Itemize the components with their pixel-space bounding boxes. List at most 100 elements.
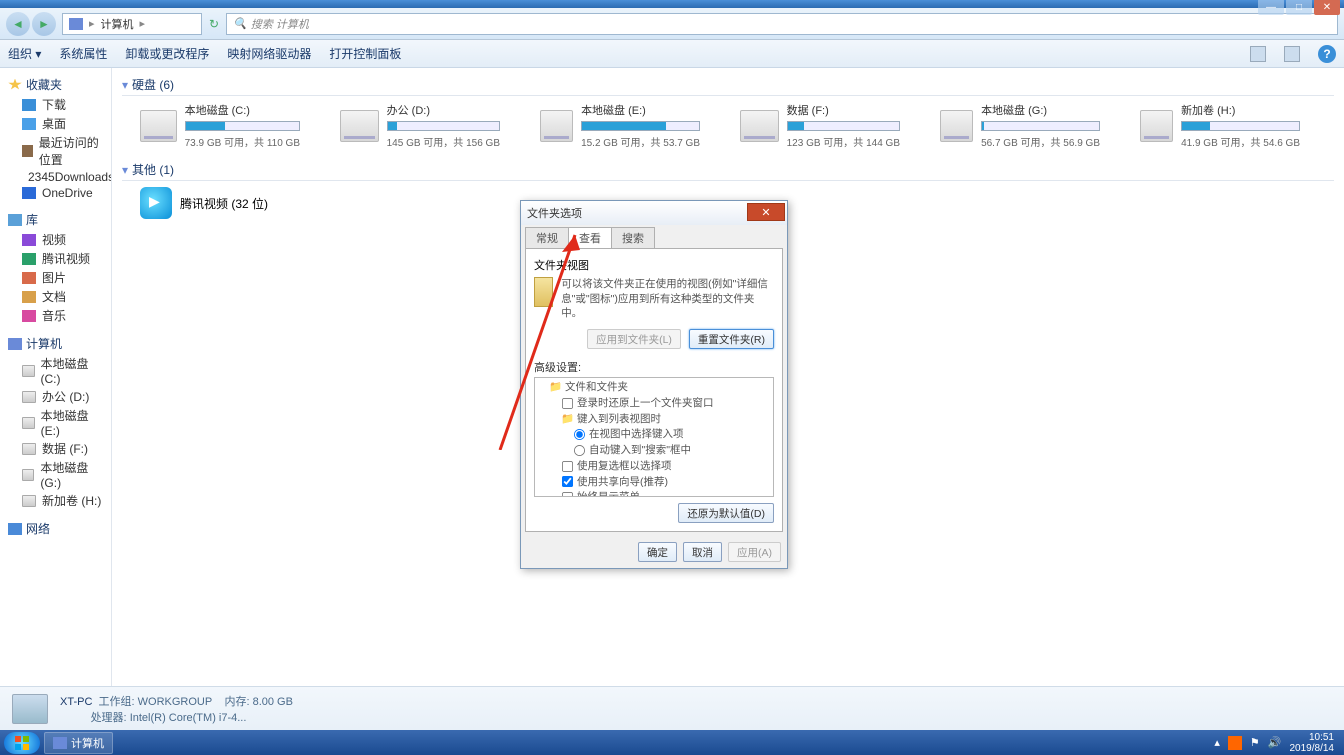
back-button[interactable]: ◄ bbox=[6, 12, 30, 36]
toolbar-sysprops[interactable]: 系统属性 bbox=[59, 45, 107, 62]
forward-button[interactable]: ► bbox=[32, 12, 56, 36]
sidebar-libraries-head[interactable]: 库 bbox=[4, 209, 107, 230]
start-button[interactable] bbox=[4, 732, 40, 754]
folder-options-dialog: 文件夹选项 ✕ 常规 查看 搜索 文件夹视图 可以将该文件夹正在使用的视图(例如… bbox=[520, 200, 788, 569]
sidebar-drive-c[interactable]: 本地磁盘 (C:) bbox=[4, 354, 107, 387]
sidebar-computer-head[interactable]: 计算机 bbox=[4, 333, 107, 354]
tree-item[interactable]: 在视图中选择键入项 bbox=[537, 427, 771, 443]
recent-icon bbox=[22, 145, 33, 157]
tencent-icon bbox=[22, 253, 36, 265]
star-icon bbox=[8, 79, 22, 91]
breadcrumb-item[interactable]: 计算机 bbox=[101, 16, 134, 32]
sidebar-item-2345[interactable]: 2345Downloads bbox=[4, 169, 107, 185]
sidebar-drive-d[interactable]: 办公 (D:) bbox=[4, 387, 107, 406]
sidebar-item-documents[interactable]: 文档 bbox=[4, 287, 107, 306]
tray-volume-icon[interactable]: 🔊 bbox=[1268, 736, 1282, 749]
drive-icon bbox=[22, 469, 34, 481]
tree-item[interactable]: 📁 键入到列表视图时 bbox=[537, 412, 771, 428]
refresh-button[interactable]: ↻ bbox=[208, 17, 220, 31]
view-button[interactable] bbox=[1250, 46, 1266, 62]
drive-item[interactable]: 本地磁盘 (E:)15.2 GB 可用，共 53.7 GB bbox=[540, 102, 700, 149]
minimize-button[interactable]: — bbox=[1258, 0, 1284, 15]
details-pane: XT-PC 工作组: WORKGROUP 内存: 8.00 GB 处理器: In… bbox=[0, 686, 1344, 730]
breadcrumb[interactable]: ▸ 计算机 ▸ bbox=[62, 13, 202, 35]
tab-search[interactable]: 搜索 bbox=[611, 227, 655, 248]
drive-icon bbox=[340, 110, 379, 142]
advanced-settings-tree[interactable]: 📁 文件和文件夹登录时还原上一个文件夹窗口📁 键入到列表视图时在视图中选择键入项… bbox=[534, 377, 774, 497]
desktop-icon bbox=[22, 118, 36, 130]
toolbar-mapdrive[interactable]: 映射网络驱动器 bbox=[227, 45, 311, 62]
drive-icon bbox=[22, 417, 35, 429]
folder-view-text: 可以将该文件夹正在使用的视图(例如"详细信息"或"图标")应用到所有这种类型的文… bbox=[561, 277, 774, 321]
drive-icon bbox=[22, 391, 36, 403]
tray-expand-icon[interactable]: ▴ bbox=[1214, 736, 1220, 749]
search-input[interactable]: 🔍 搜索 计算机 bbox=[226, 13, 1338, 35]
taskbar: 计算机 ▴ ⚑ 🔊 10:51 2019/8/14 bbox=[0, 730, 1344, 755]
sidebar-drive-h[interactable]: 新加卷 (H:) bbox=[4, 491, 107, 510]
tree-item[interactable]: 自动键入到"搜索"框中 bbox=[537, 443, 771, 459]
drive-stat: 56.7 GB 可用，共 56.9 GB bbox=[981, 134, 1100, 149]
computer-large-icon bbox=[12, 694, 48, 724]
tray-sogou-icon[interactable] bbox=[1228, 736, 1242, 750]
tree-item[interactable]: 使用复选框以选择项 bbox=[537, 459, 771, 475]
drive-stat: 73.9 GB 可用，共 110 GB bbox=[185, 134, 300, 149]
sidebar-item-videos[interactable]: 视频 bbox=[4, 230, 107, 249]
picture-icon bbox=[22, 272, 36, 284]
tree-item[interactable]: 使用共享向导(推荐) bbox=[537, 475, 771, 491]
sidebar-drive-f[interactable]: 数据 (F:) bbox=[4, 439, 107, 458]
drive-name: 办公 (D:) bbox=[387, 102, 500, 118]
cancel-button[interactable]: 取消 bbox=[683, 542, 722, 562]
sidebar-item-music[interactable]: 音乐 bbox=[4, 306, 107, 325]
sidebar-item-desktop[interactable]: 桌面 bbox=[4, 114, 107, 133]
drive-name: 本地磁盘 (E:) bbox=[581, 102, 700, 118]
computer-icon bbox=[8, 338, 22, 350]
sidebar-item-recent[interactable]: 最近访问的位置 bbox=[4, 133, 107, 169]
tray-flag-icon[interactable]: ⚑ bbox=[1250, 736, 1260, 749]
preview-pane-button[interactable] bbox=[1284, 46, 1300, 62]
help-button[interactable]: ? bbox=[1318, 45, 1336, 63]
drive-stat: 41.9 GB 可用，共 54.6 GB bbox=[1181, 134, 1300, 149]
toolbar-uninstall[interactable]: 卸载或更改程序 bbox=[125, 45, 209, 62]
toolbar-organize[interactable]: 组织 ▾ bbox=[8, 45, 41, 62]
library-icon bbox=[8, 214, 22, 226]
sidebar-item-onedrive[interactable]: OneDrive bbox=[4, 185, 107, 201]
drive-item[interactable]: 本地磁盘 (C:) 73.9 GB 可用，共 110 GB bbox=[140, 102, 300, 149]
taskbar-clock[interactable]: 10:51 2019/8/14 bbox=[1290, 732, 1335, 754]
sidebar-favorites-head[interactable]: 收藏夹 bbox=[4, 74, 107, 95]
drive-item[interactable]: 办公 (D:)145 GB 可用，共 156 GB bbox=[340, 102, 500, 149]
drive-item[interactable]: 数据 (F:)123 GB 可用，共 144 GB bbox=[740, 102, 900, 149]
sidebar-item-pictures[interactable]: 图片 bbox=[4, 268, 107, 287]
sidebar-item-tencent[interactable]: 腾讯视频 bbox=[4, 249, 107, 268]
drive-icon bbox=[22, 495, 36, 507]
ok-button[interactable]: 确定 bbox=[638, 542, 677, 562]
tree-item[interactable]: 始终显示菜单 bbox=[537, 490, 771, 497]
drive-icon bbox=[22, 443, 36, 455]
toolbar-controlpanel[interactable]: 打开控制面板 bbox=[329, 45, 401, 62]
sidebar-item-downloads[interactable]: 下载 bbox=[4, 95, 107, 114]
taskbar-task-explorer[interactable]: 计算机 bbox=[44, 732, 113, 754]
tab-view[interactable]: 查看 bbox=[568, 227, 612, 248]
drive-icon bbox=[740, 110, 779, 142]
other-section-head[interactable]: ▾其他 (1) bbox=[122, 159, 1334, 181]
folder-view-heading: 文件夹视图 bbox=[534, 257, 774, 273]
dialog-close-button[interactable]: ✕ bbox=[747, 203, 785, 221]
sidebar-drive-g[interactable]: 本地磁盘 (G:) bbox=[4, 458, 107, 491]
drive-name: 本地磁盘 (C:) bbox=[185, 102, 300, 118]
tree-item[interactable]: 登录时还原上一个文件夹窗口 bbox=[537, 396, 771, 412]
restore-defaults-button[interactable]: 还原为默认值(D) bbox=[678, 503, 774, 523]
document-icon bbox=[22, 291, 36, 303]
sidebar-network-head[interactable]: 网络 bbox=[4, 518, 107, 539]
drives-section-head[interactable]: ▾硬盘 (6) bbox=[122, 74, 1334, 96]
address-bar: ◄ ► ▸ 计算机 ▸ ↻ 🔍 搜索 计算机 bbox=[0, 8, 1344, 40]
reset-folders-button[interactable]: 重置文件夹(R) bbox=[689, 329, 774, 349]
system-tray: ▴ ⚑ 🔊 10:51 2019/8/14 bbox=[1214, 732, 1340, 754]
tab-general[interactable]: 常规 bbox=[525, 227, 569, 248]
drive-item[interactable]: 本地磁盘 (G:) 56.7 GB 可用，共 56.9 GB bbox=[940, 102, 1100, 149]
sidebar-drive-e[interactable]: 本地磁盘 (E:) bbox=[4, 406, 107, 439]
drive-name: 本地磁盘 (G:) bbox=[981, 102, 1100, 118]
tree-item[interactable]: 📁 文件和文件夹 bbox=[537, 380, 771, 396]
folder-view-icon bbox=[534, 277, 553, 307]
maximize-button[interactable]: □ bbox=[1286, 0, 1312, 15]
drive-item[interactable]: 新加卷 (H:)41.9 GB 可用，共 54.6 GB bbox=[1140, 102, 1300, 149]
close-button[interactable]: ✕ bbox=[1314, 0, 1340, 15]
